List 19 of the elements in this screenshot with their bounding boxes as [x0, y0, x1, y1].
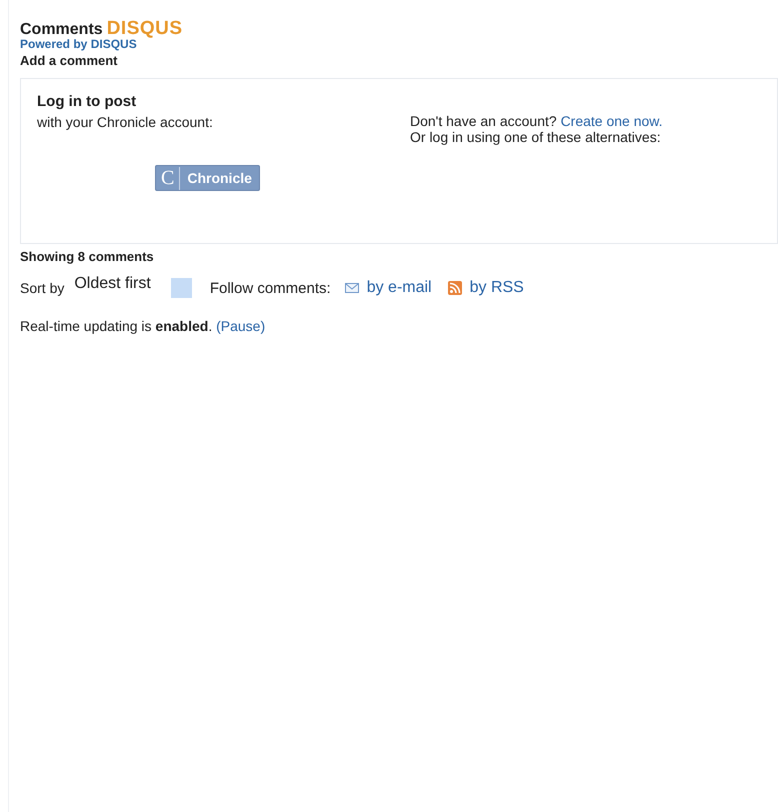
rss-icon	[448, 281, 462, 295]
comment-count: Showing 8 comments	[20, 249, 155, 264]
follow-link[interactable]: by e-mail	[366, 279, 432, 297]
sort-dropdown[interactable]: Oldest first	[74, 275, 151, 293]
follow-link[interactable]: by RSS	[470, 279, 524, 297]
alternatives-text: Or log in using one of these alternatives:	[410, 129, 662, 145]
envelope-icon	[344, 283, 359, 293]
realtime-status: Real-time updating is enabled.	[20, 318, 212, 334]
create-account-link[interactable]: Create one now.	[560, 113, 663, 129]
logo: DISQUS	[106, 18, 183, 40]
login-subtitle: with your Chronicle account:	[37, 114, 214, 130]
sort-label: Sort by	[20, 280, 64, 296]
add-comment-heading: Add a comment	[20, 53, 119, 68]
powered-by-link[interactable]: Powered by DISQUS	[20, 37, 778, 51]
no-account-text: Don't have an account?	[410, 113, 557, 129]
follow-label: Follow comments:	[210, 280, 331, 296]
login-title: Log in to post	[37, 93, 138, 110]
comments-title: Comments	[20, 21, 103, 39]
pause-link[interactable]: (Pause)	[216, 318, 266, 334]
